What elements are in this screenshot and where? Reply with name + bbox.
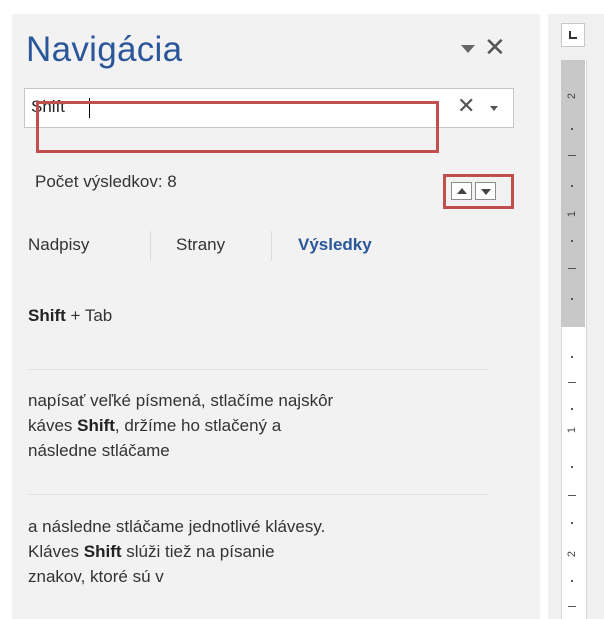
previous-result-button[interactable] (451, 182, 472, 200)
result-navigation-highlight-frame (443, 174, 514, 209)
ruler-tick (571, 356, 573, 358)
ruler-number: 2 (566, 550, 578, 558)
clear-x-icon[interactable]: ✕ (457, 95, 475, 117)
pane-options-dropdown-icon[interactable] (461, 45, 475, 53)
ruler-tick (571, 522, 573, 524)
ruler-tick (568, 268, 576, 269)
ruler-tick (571, 298, 573, 300)
search-result-item[interactable]: napísať veľké písmená, stlačíme najskôr k… (28, 388, 333, 463)
ruler-number: 1 (566, 426, 578, 434)
ruler-tick (568, 606, 576, 607)
ruler-number: 2 (566, 92, 578, 100)
ruler-tick (568, 495, 576, 496)
pane-title: Navigácia (26, 30, 183, 69)
ruler-tick (571, 240, 573, 242)
ruler-tick (571, 128, 573, 130)
ruler-tick (571, 466, 573, 468)
ruler-tick (571, 580, 573, 582)
search-result-item[interactable]: Shift + Tab (28, 303, 112, 328)
ruler-tick (568, 155, 576, 156)
close-icon[interactable]: ✕ (484, 34, 506, 60)
tab-separator (271, 231, 272, 261)
up-triangle-icon (457, 188, 467, 194)
result-count: Počet výsledkov: 8 (35, 172, 177, 191)
tab-separator (150, 231, 151, 261)
tab-nadpisy[interactable]: Nadpisy (28, 235, 89, 255)
result-divider (28, 494, 488, 495)
search-options-dropdown-icon[interactable] (490, 106, 498, 111)
ruler-tick (571, 408, 573, 410)
down-triangle-icon (481, 189, 491, 195)
next-result-button[interactable] (475, 182, 496, 200)
ruler-tick (571, 185, 573, 187)
search-result-item[interactable]: a následne stláčame jednotlivé klávesy. K… (28, 514, 325, 589)
ruler-tick (568, 382, 576, 383)
tab-stop-selector[interactable] (561, 23, 585, 47)
search-highlight-frame (36, 101, 439, 153)
tab-strany[interactable]: Strany (176, 235, 225, 255)
result-divider (28, 369, 488, 370)
ruler-number: 1 (566, 210, 578, 218)
tab-vysledky[interactable]: Výsledky (298, 235, 372, 255)
